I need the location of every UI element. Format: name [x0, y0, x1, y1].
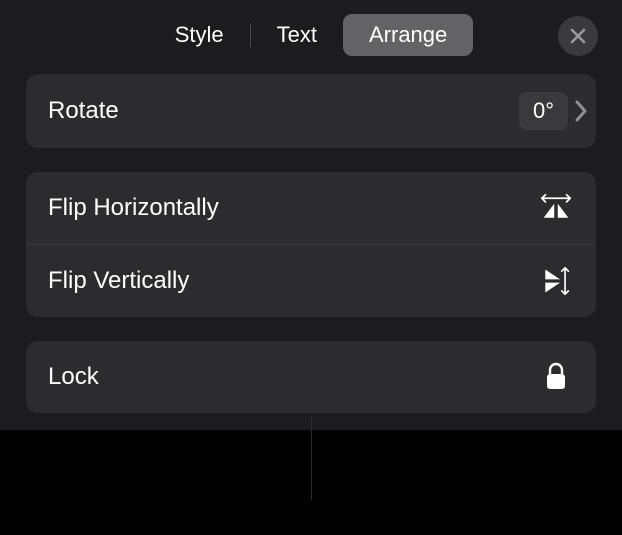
rotate-value-wrap: 0°: [519, 92, 588, 130]
panel-content: Rotate 0° Flip Horizontally: [0, 70, 622, 455]
flip-vertical-row[interactable]: Flip Vertically: [26, 244, 596, 317]
tab-label: Arrange: [369, 22, 447, 48]
flip-vertical-label: Flip Vertically: [48, 267, 189, 295]
format-tabs: Style Text Arrange: [149, 14, 474, 56]
arrange-panel: Style Text Arrange Rotate 0°: [0, 0, 622, 430]
close-icon: [570, 28, 586, 44]
flip-group: Flip Horizontally Flip Vertically: [26, 172, 596, 317]
tab-label: Text: [277, 22, 317, 48]
close-button[interactable]: [558, 16, 598, 56]
lock-icon: [538, 359, 574, 395]
flip-horizontal-row[interactable]: Flip Horizontally: [26, 172, 596, 244]
flip-horizontal-label: Flip Horizontally: [48, 194, 219, 222]
rotate-group: Rotate 0°: [26, 74, 596, 148]
flip-horizontal-icon: [538, 190, 574, 226]
rotate-label: Rotate: [48, 97, 119, 125]
tab-style[interactable]: Style: [149, 14, 250, 56]
tab-text[interactable]: Text: [251, 14, 343, 56]
callout-line: [311, 415, 312, 500]
lock-label: Lock: [48, 363, 99, 391]
tab-arrange[interactable]: Arrange: [343, 14, 473, 56]
chevron-right-icon: [574, 100, 588, 122]
rotate-value: 0°: [519, 92, 568, 130]
lock-group: Lock: [26, 341, 596, 413]
flip-vertical-icon: [538, 263, 574, 299]
panel-header: Style Text Arrange: [0, 0, 622, 70]
lock-row[interactable]: Lock: [26, 341, 596, 413]
rotate-row[interactable]: Rotate 0°: [26, 74, 596, 148]
tab-label: Style: [175, 22, 224, 48]
